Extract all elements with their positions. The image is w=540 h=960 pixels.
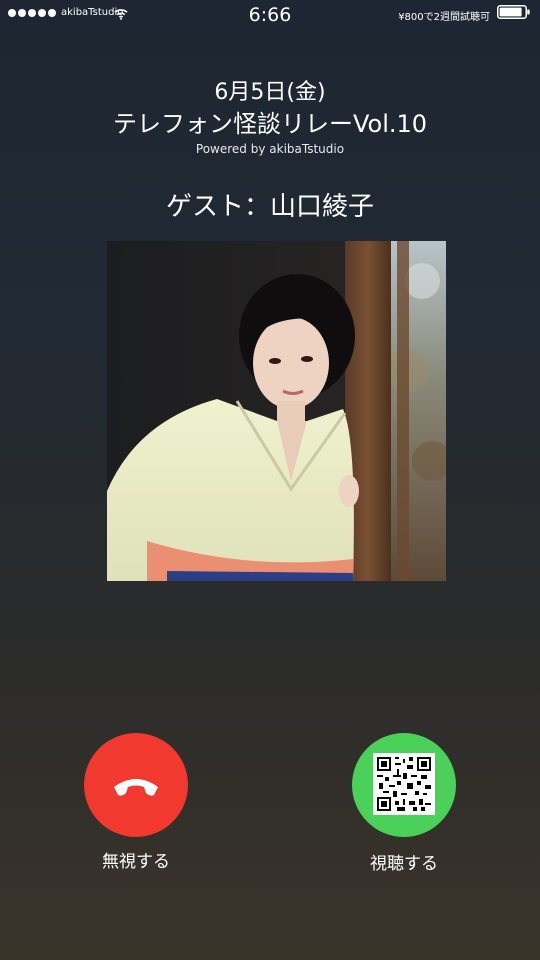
qr-code-icon — [373, 753, 435, 815]
phone-hangup-icon — [114, 779, 158, 796]
decline-label: 無視する — [102, 852, 170, 872]
event-date: 6月5日(金) — [214, 80, 326, 105]
status-bar: akibaTstudio 6:66 ¥800で2週間試聴可 — [0, 0, 540, 28]
battery-icon — [497, 5, 530, 19]
accept-label: 視聴する — [370, 854, 438, 874]
event-title: テレフォン怪談リレーVol.10 — [112, 110, 428, 138]
guest-name: ゲスト：山口綾子 — [165, 192, 374, 222]
powered-by: Powered by akibaTstudio — [195, 142, 345, 156]
guest-photo — [107, 241, 446, 581]
decline-button[interactable] — [84, 733, 188, 837]
promo-text: ¥800で2週間試聴可 — [398, 12, 490, 23]
accept-button[interactable] — [352, 733, 456, 837]
